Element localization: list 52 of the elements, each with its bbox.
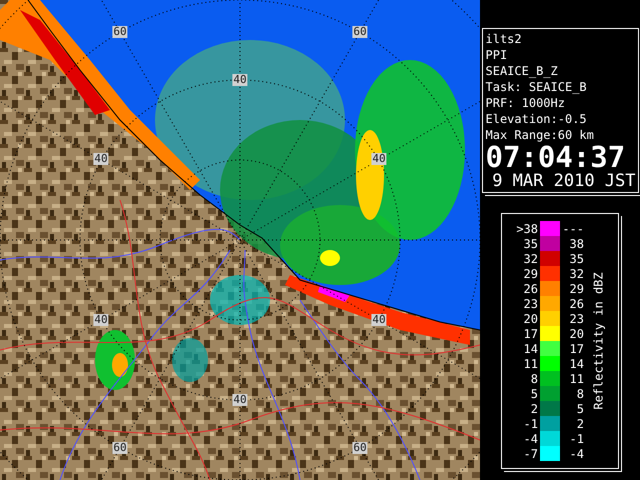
legend-value: 17 <box>568 342 585 356</box>
info-line: PPI <box>486 47 508 63</box>
legend-value: 29 <box>568 282 585 296</box>
range-label: 60 <box>352 26 368 38</box>
legend-value: >38 <box>515 222 539 236</box>
legend-value: 35 <box>568 252 585 266</box>
date-text: 9 MAR 2010 JST <box>491 171 636 191</box>
legend-value: 17 <box>522 326 539 340</box>
legend-value: 20 <box>522 312 539 326</box>
legend-value: 11 <box>568 372 585 386</box>
range-label: 40 <box>93 153 109 165</box>
legend-value: -4 <box>568 446 585 460</box>
info-line: Max Range:60 km <box>486 127 595 143</box>
range-label: 40 <box>232 74 248 86</box>
legend-value: 26 <box>568 296 585 310</box>
legend-value: 2 <box>530 402 539 416</box>
range-label: 40 <box>93 314 109 326</box>
legend-value: 2 <box>576 416 585 430</box>
range-label: 40 <box>232 394 248 406</box>
legend-value: -1 <box>568 432 585 446</box>
legend-value: 14 <box>568 356 585 370</box>
legend-value: 29 <box>522 266 539 280</box>
range-label: 60 <box>112 26 128 38</box>
time-text: 07:04:37 <box>486 143 626 171</box>
info-line: PRF: 1000Hz <box>486 95 566 111</box>
legend-title: Reflectivity in dBZ <box>592 272 606 410</box>
legend-value: -7 <box>522 446 539 460</box>
legend-value: 23 <box>522 296 539 310</box>
range-label: 40 <box>371 153 387 165</box>
range-label: 60 <box>352 442 368 454</box>
info-line: ilts2 <box>486 31 523 47</box>
range-label: 40 <box>371 314 387 326</box>
legend-value: 20 <box>568 326 585 340</box>
info-line: Task: SEAICE_B <box>486 79 588 95</box>
legend-value: 8 <box>576 386 585 400</box>
legend-value: 32 <box>568 266 585 280</box>
legend-value: 5 <box>576 402 585 416</box>
legend-value: --- <box>561 222 585 236</box>
legend-value: -1 <box>522 416 539 430</box>
legend-value: 14 <box>522 342 539 356</box>
legend-value: 32 <box>522 252 539 266</box>
legend-value: 5 <box>530 386 539 400</box>
info-line: Elevation:-0.5 <box>486 111 588 127</box>
legend-value: 35 <box>522 236 539 250</box>
legend-value: 26 <box>522 282 539 296</box>
legend-value: 8 <box>530 372 539 386</box>
legend-value: 11 <box>522 356 539 370</box>
info-line: SEAICE_B_Z <box>486 63 559 79</box>
range-label: 60 <box>112 442 128 454</box>
legend-value: -4 <box>522 432 539 446</box>
legend-value: 23 <box>568 312 585 326</box>
legend-value: 38 <box>568 236 585 250</box>
